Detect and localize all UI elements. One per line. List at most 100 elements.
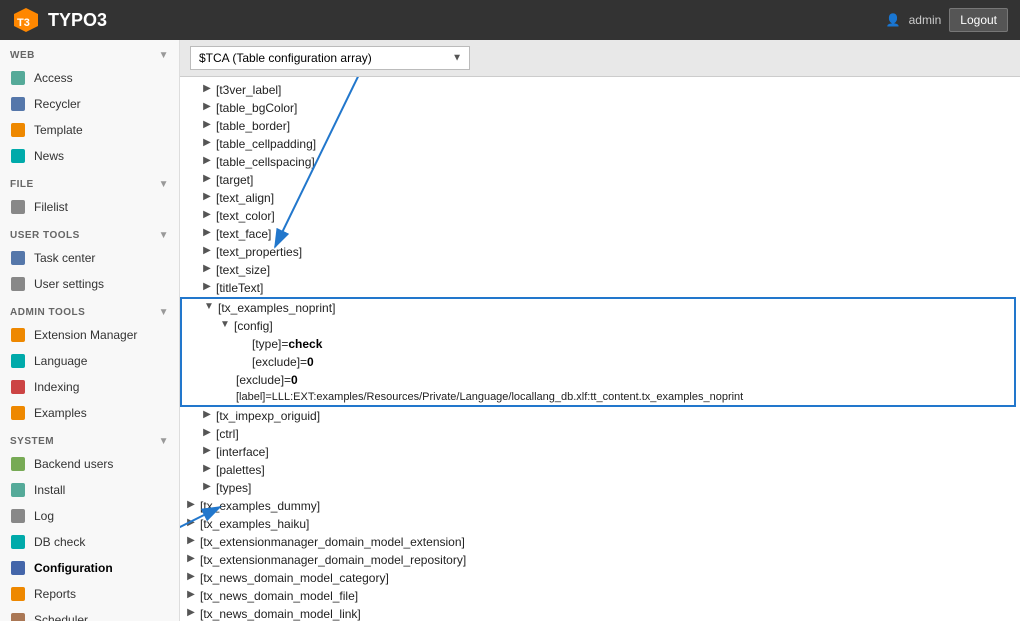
tree-node[interactable]: ▶[tx_examples_haiku] <box>180 515 1020 533</box>
tree-label: [text_face] <box>214 226 273 242</box>
tree-node[interactable]: ▼[config] <box>182 317 1014 335</box>
db-check-icon <box>11 535 25 549</box>
tree-node[interactable]: ▶[tx_impexp_origuid] <box>180 407 1020 425</box>
tree-label: [tx_extensionmanager_domain_model_reposi… <box>198 552 468 568</box>
tca-select[interactable]: $TCA (Table configuration array) $TYPO3_… <box>190 46 470 70</box>
tree-toggle[interactable]: ▶ <box>184 607 198 621</box>
sidebar-item-scheduler[interactable]: Scheduler <box>0 607 179 621</box>
tree-node[interactable]: ▶[text_align] <box>180 189 1020 207</box>
tree-toggle[interactable]: ▶ <box>200 191 214 205</box>
chevron-down-icon: ▼ <box>159 307 169 318</box>
tree-node[interactable]: ▶[table_cellpadding] <box>180 135 1020 153</box>
tree-toggle[interactable]: ▶ <box>184 535 198 549</box>
backend-users-icon <box>11 457 25 471</box>
tree-toggle[interactable]: ▶ <box>200 155 214 169</box>
tree-node[interactable]: ▶[tx_news_domain_model_file] <box>180 587 1020 605</box>
tree-toggle[interactable]: ▶ <box>200 409 214 423</box>
tree-toggle[interactable]: ▶ <box>200 227 214 241</box>
tree-label: [config] <box>232 318 275 334</box>
chevron-down-icon: ▼ <box>159 436 169 447</box>
tree-node[interactable]: [exclude]=0 <box>182 353 1014 371</box>
tree-label: [interface] <box>214 444 271 460</box>
tree-toggle[interactable]: ▶ <box>200 83 214 97</box>
tree-label: [table_cellpadding] <box>214 136 318 152</box>
sidebar-item-recycler[interactable]: Recycler <box>0 91 179 117</box>
sidebar-item-filelist[interactable]: Filelist <box>0 194 179 220</box>
sidebar-item-language[interactable]: Language <box>0 348 179 374</box>
tree-node[interactable]: ▼[tx_examples_noprint] <box>180 297 1016 317</box>
tree-toggle[interactable]: ▶ <box>200 481 214 495</box>
tree-toggle[interactable]: ▶ <box>200 281 214 295</box>
tree-label: [text_align] <box>214 190 276 206</box>
sidebar-item-log[interactable]: Log <box>0 503 179 529</box>
tree-toggle[interactable]: ▶ <box>200 101 214 115</box>
typo3-logo-icon: T3 <box>12 6 40 34</box>
news-icon <box>11 149 25 163</box>
tree-label: [table_bgColor] <box>214 100 299 116</box>
tree-toggle[interactable]: ▶ <box>200 463 214 477</box>
sidebar-item-access[interactable]: Access <box>0 65 179 91</box>
tree-node[interactable]: ▶[text_size] <box>180 261 1020 279</box>
tree-toggle[interactable]: ▶ <box>200 445 214 459</box>
tree-node[interactable]: ▶[tx_extensionmanager_domain_model_exten… <box>180 533 1020 551</box>
tree-toggle[interactable]: ▶ <box>184 589 198 603</box>
tree-toggle[interactable]: ▶ <box>200 427 214 441</box>
user-icon: 👤 <box>886 13 901 27</box>
tree-node[interactable]: ▶[tx_news_domain_model_category] <box>180 569 1020 587</box>
sidebar-item-extension-manager[interactable]: Extension Manager <box>0 322 179 348</box>
sidebar-item-configuration[interactable]: Configuration <box>0 555 179 581</box>
logout-button[interactable]: Logout <box>949 8 1008 32</box>
tree-node[interactable]: ▶[titleText] <box>180 279 1020 297</box>
tree-node[interactable]: ▶[interface] <box>180 443 1020 461</box>
tree-node[interactable]: ▶[tx_examples_dummy] <box>180 497 1020 515</box>
tree-node[interactable]: ▶[table_bgColor] <box>180 99 1020 117</box>
log-icon <box>11 509 25 523</box>
tree-content[interactable]: ▶[t3ver_label]▶[table_bgColor]▶[table_bo… <box>180 77 1020 621</box>
tree-node[interactable]: ▶[ctrl] <box>180 425 1020 443</box>
tree-toggle[interactable]: ▶ <box>200 209 214 223</box>
tree-toggle[interactable]: ▶ <box>200 173 214 187</box>
sidebar-item-template[interactable]: Template <box>0 117 179 143</box>
sidebar-item-reports[interactable]: Reports <box>0 581 179 607</box>
chevron-down-icon: ▼ <box>159 179 169 190</box>
tree-label: [types] <box>214 480 253 496</box>
tree-toggle[interactable]: ▶ <box>184 571 198 585</box>
tree-toggle[interactable]: ▶ <box>200 119 214 133</box>
sidebar-item-db-check[interactable]: DB check <box>0 529 179 555</box>
app-title: TYPO3 <box>48 10 107 31</box>
tree-node[interactable]: ▶[text_face] <box>180 225 1020 243</box>
tree-toggle[interactable]: ▶ <box>200 245 214 259</box>
tree-toggle[interactable]: ▶ <box>184 517 198 531</box>
content-toolbar: $TCA (Table configuration array) $TYPO3_… <box>180 40 1020 77</box>
sidebar-item-backend-users[interactable]: Backend users <box>0 451 179 477</box>
sidebar-item-user-settings[interactable]: User settings <box>0 271 179 297</box>
tree-toggle[interactable]: ▶ <box>184 499 198 513</box>
tree-node[interactable]: [label]=LLL:EXT:examples/Resources/Priva… <box>182 389 1014 405</box>
tree-node[interactable]: ▶[text_properties] <box>180 243 1020 261</box>
tree-node[interactable]: [exclude]=0 <box>182 371 1014 389</box>
tree-node[interactable]: ▶[table_cellspacing] <box>180 153 1020 171</box>
tree-node[interactable]: ▶[tx_extensionmanager_domain_model_repos… <box>180 551 1020 569</box>
tree-node[interactable]: ▶[types] <box>180 479 1020 497</box>
sidebar-item-install[interactable]: Install <box>0 477 179 503</box>
sidebar-item-news[interactable]: News <box>0 143 179 169</box>
tree-node[interactable]: ▶[tx_news_domain_model_link] <box>180 605 1020 621</box>
tree-toggle[interactable]: ▶ <box>200 263 214 277</box>
recycler-icon <box>11 97 25 111</box>
tree-label: [label]=LLL:EXT:examples/Resources/Priva… <box>234 390 745 404</box>
tree-toggle[interactable]: ▶ <box>184 553 198 567</box>
tree-node[interactable]: ▶[table_border] <box>180 117 1020 135</box>
tree-node[interactable]: ▶[t3ver_label] <box>180 81 1020 99</box>
tree-node[interactable]: ▶[text_color] <box>180 207 1020 225</box>
sidebar-item-task-center[interactable]: Task center <box>0 245 179 271</box>
dropdown-wrapper[interactable]: $TCA (Table configuration array) $TYPO3_… <box>190 46 470 70</box>
sidebar: WEB ▼ Access Recycler Template News FILE… <box>0 40 180 621</box>
sidebar-item-indexing[interactable]: Indexing <box>0 374 179 400</box>
tree-node[interactable]: ▶[target] <box>180 171 1020 189</box>
tree-node[interactable]: [type]=check <box>182 335 1014 353</box>
tree-node[interactable]: ▶[palettes] <box>180 461 1020 479</box>
tree-toggle[interactable]: ▶ <box>200 137 214 151</box>
tree-toggle[interactable]: ▼ <box>202 301 216 315</box>
sidebar-item-examples[interactable]: Examples <box>0 400 179 426</box>
tree-toggle[interactable]: ▼ <box>218 319 232 333</box>
